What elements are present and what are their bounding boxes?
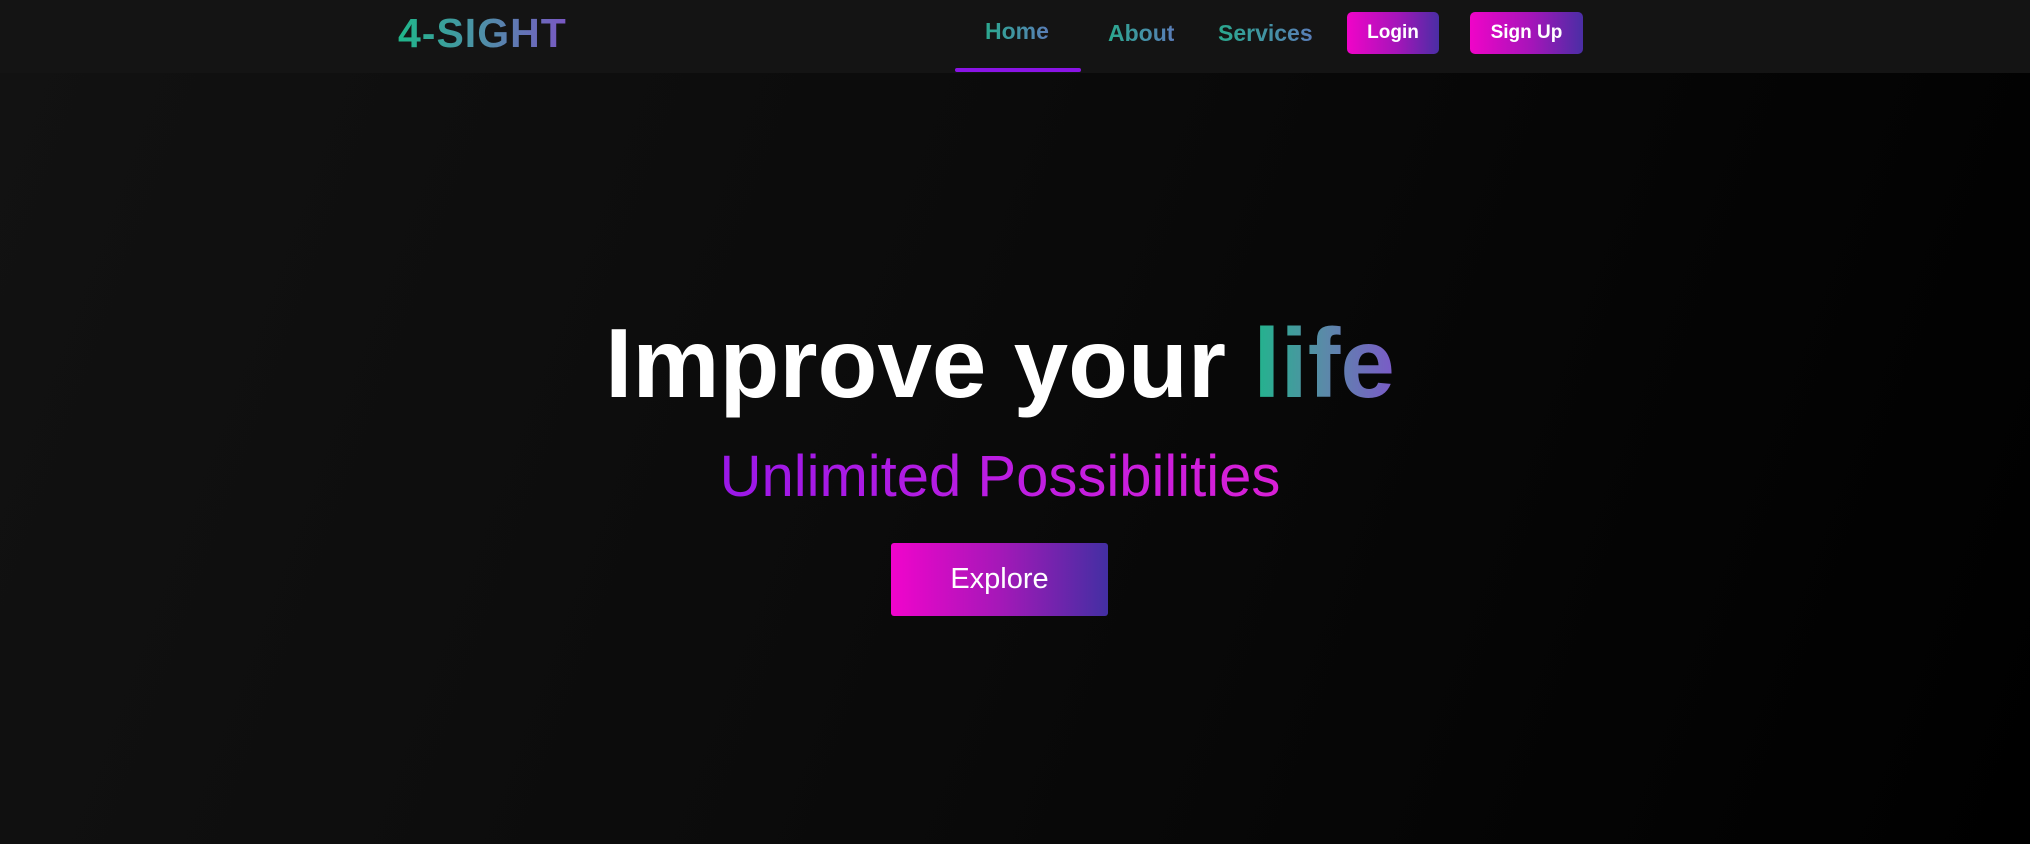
hero-title-accent: life [1253, 308, 1395, 418]
hero-subtitle-text: Unlimited Possibilities [719, 444, 1281, 509]
hero-title-main: Improve your [605, 308, 1254, 418]
hero-title: Improve your life [0, 308, 2000, 418]
explore-button[interactable]: Explore [891, 543, 1108, 616]
nav-link-services[interactable]: Services [1218, 16, 1313, 50]
login-button[interactable]: Login [1347, 12, 1439, 54]
active-tab-indicator [955, 68, 1081, 72]
nav-link-home[interactable]: Home [985, 14, 1049, 48]
nav-link-about[interactable]: About [1108, 16, 1174, 50]
signup-button[interactable]: Sign Up [1470, 12, 1583, 54]
hero-subtitle: Unlimited Possibilities [0, 442, 2000, 512]
landing-page: 4-SIGHT Home About Services Login Sign U… [0, 0, 2030, 844]
navbar: 4-SIGHT Home About Services Login Sign U… [0, 0, 2030, 73]
brand-logo[interactable]: 4-SIGHT [398, 8, 567, 58]
